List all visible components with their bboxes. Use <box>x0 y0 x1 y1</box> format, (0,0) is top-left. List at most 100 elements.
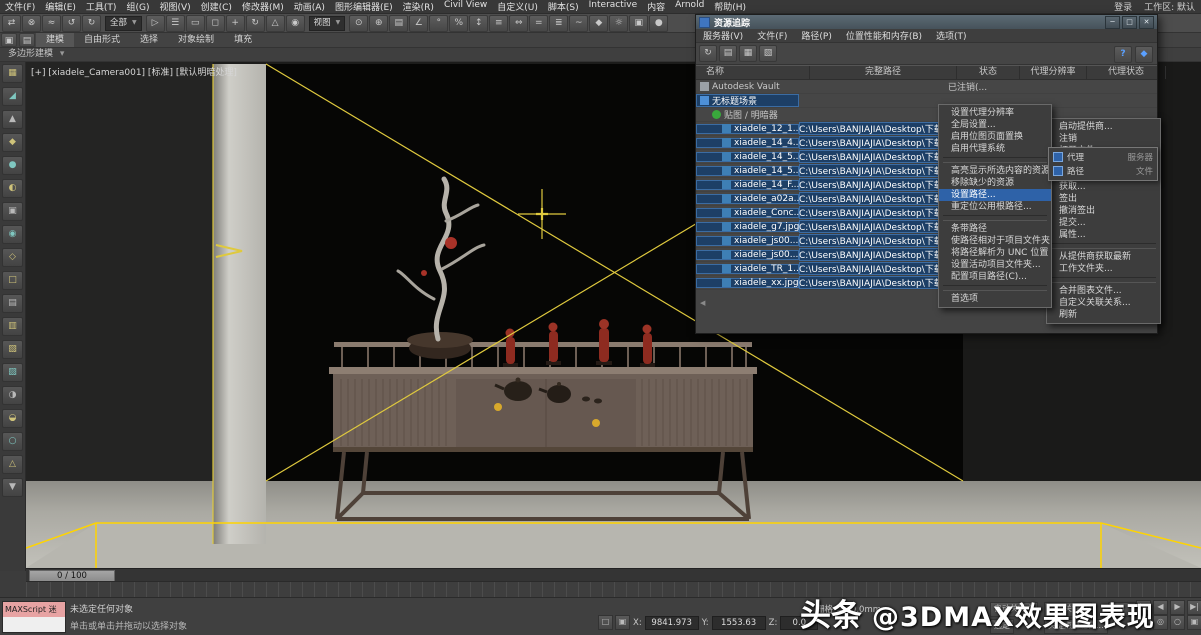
side-tool-icon[interactable]: ◇ <box>2 248 23 267</box>
reference-coordinate-combo[interactable]: 视图 ▼ <box>309 16 346 31</box>
selection-filter-combo[interactable]: 全部 ▼ <box>105 16 142 31</box>
column-header-status[interactable]: 状态 <box>957 66 1020 79</box>
toolbar-icon[interactable]: ~ <box>569 15 588 32</box>
dialog-toolbar-icon[interactable]: ▤ <box>719 45 737 62</box>
toolbar-icon[interactable]: ▣ <box>629 15 648 32</box>
menu-item[interactable]: 渲染(R) <box>398 0 439 13</box>
scroll-left-icon[interactable]: ◀ <box>700 299 705 307</box>
context-menu-item[interactable]: 设置活动项目文件夹... <box>939 259 1051 271</box>
dialog-titlebar[interactable]: 资源追踪 ─□✕ <box>696 15 1157 29</box>
menu-item[interactable]: 工具(T) <box>81 0 122 13</box>
menu-item[interactable]: 动画(A) <box>289 0 330 13</box>
context-menu-item[interactable]: 设置路径... <box>939 189 1051 201</box>
provider-menu-item[interactable]: 工作文件夹... <box>1047 263 1160 275</box>
asset-row[interactable]: 无标题场景 <box>696 94 1157 108</box>
ribbon-tab[interactable]: 对象绘制 <box>168 33 224 47</box>
menu-item[interactable]: 文件(F) <box>0 0 40 13</box>
provider-menu-item[interactable]: 从提供商获取最新 <box>1047 251 1160 263</box>
window-button[interactable]: ✕ <box>1139 16 1154 29</box>
toolbar-icon[interactable]: ⇄ <box>2 15 21 32</box>
menu-item[interactable]: Civil View <box>439 0 492 13</box>
side-tool-icon[interactable]: ▧ <box>2 340 23 359</box>
toolbar-icon[interactable]: ≈ <box>42 15 61 32</box>
menu-item[interactable]: 组(G) <box>121 0 154 13</box>
side-tool-icon[interactable]: □ <box>2 271 23 290</box>
dialog-menu-item[interactable]: 位置性能和内存(B) <box>839 29 929 42</box>
menu-item[interactable]: 自定义(U) <box>492 0 543 13</box>
toolbar-icon[interactable]: ◉ <box>286 15 305 32</box>
window-button[interactable]: □ <box>1122 16 1137 29</box>
side-tool-icon[interactable]: ▦ <box>2 64 23 83</box>
dialog-menu-item[interactable]: 服务器(V) <box>696 29 750 42</box>
context-menu-item[interactable]: 配置项目路径(C)... <box>939 271 1051 283</box>
column-header-proxy-status[interactable]: 代理状态 <box>1087 66 1166 79</box>
toolbar-icon[interactable]: ▭ <box>186 15 205 32</box>
column-header-path[interactable]: 完整路径 <box>810 66 957 79</box>
menu-item[interactable]: Arnold <box>670 0 709 13</box>
context-menu-item[interactable]: 使路径相对于项目文件夹 <box>939 235 1051 247</box>
provider-menu-item[interactable]: 注销 <box>1047 133 1160 145</box>
ribbon-tab[interactable]: 建模 <box>36 33 74 47</box>
context-menu-item[interactable] <box>943 215 1047 221</box>
dialog-toolbar-icon[interactable]: ↻ <box>699 45 717 62</box>
menubar-right-item[interactable]: 工作区: 默认 <box>1138 0 1201 13</box>
provider-menu-item[interactable]: 签出 <box>1047 193 1160 205</box>
toolbar-icon[interactable]: ▷ <box>146 15 165 32</box>
menu-item[interactable]: 编辑(E) <box>40 0 81 13</box>
nav-icon[interactable]: ▣ <box>1187 615 1201 630</box>
provider-menu-item[interactable]: 启动提供商... <box>1047 121 1160 133</box>
provider-menu-item[interactable]: 撤消签出 <box>1047 205 1160 217</box>
toolbar-icon[interactable]: ⇔ <box>509 15 528 32</box>
toolbar-icon[interactable]: ↺ <box>62 15 81 32</box>
toolbar-icon[interactable]: ● <box>649 15 668 32</box>
toolbar-icon[interactable]: ⊗ <box>22 15 41 32</box>
cabinet[interactable] <box>329 342 757 519</box>
toolbar-icon[interactable]: ↕ <box>469 15 488 32</box>
side-tool-icon[interactable]: ▣ <box>2 202 23 221</box>
ribbon-tab[interactable]: 填充 <box>224 33 262 47</box>
toolbar-icon[interactable]: = <box>529 15 548 32</box>
ribbon-icon[interactable]: ▤ <box>19 33 35 47</box>
playback-button[interactable]: ◀ <box>1153 600 1168 615</box>
toolbar-icon[interactable]: ≡ <box>489 15 508 32</box>
provider-menu-item[interactable]: 属性... <box>1047 229 1160 241</box>
side-tool-icon[interactable]: ▤ <box>2 294 23 313</box>
side-tool-icon[interactable]: ◉ <box>2 225 23 244</box>
side-tool-icon[interactable]: ▨ <box>2 363 23 382</box>
dialog-help-icon[interactable]: ? <box>1114 46 1132 63</box>
context-menu-item[interactable]: 条带路径 <box>939 223 1051 235</box>
toolbar-icon[interactable]: ⊕ <box>369 15 388 32</box>
context-menu-item[interactable]: 将路径解析为 UNC 位置 <box>939 247 1051 259</box>
menubar-right-item[interactable]: 登录 <box>1108 0 1138 13</box>
toolbar-icon[interactable]: ▤ <box>389 15 408 32</box>
x-coordinate-field[interactable]: 9841.973 <box>645 616 699 630</box>
status-toggle-icon[interactable]: ▣ <box>615 615 630 630</box>
toolbar-icon[interactable]: ∠ <box>409 15 428 32</box>
side-tool-icon[interactable]: ◐ <box>2 179 23 198</box>
toolbar-icon[interactable]: % <box>449 15 468 32</box>
viewport-label[interactable]: [+] [xiadele_Camera001] [标准] [默认明暗处理] <box>31 65 237 78</box>
ribbon-tab[interactable]: 自由形式 <box>74 33 130 47</box>
time-slider[interactable]: 0 / 100 <box>26 568 1201 582</box>
toolbar-icon[interactable]: ☰ <box>166 15 185 32</box>
y-coordinate-field[interactable]: 1553.63 <box>712 616 766 630</box>
side-tool-icon[interactable]: ◒ <box>2 409 23 428</box>
toolbar-icon[interactable]: ↻ <box>246 15 265 32</box>
dialog-toolbar-icon[interactable]: ▧ <box>759 45 777 62</box>
side-tool-icon[interactable]: ◢ <box>2 87 23 106</box>
context-menu-item[interactable]: 全局设置... <box>939 119 1051 131</box>
context-menu-item[interactable]: 高亮显示所选内容的资源 <box>939 165 1051 177</box>
column-header-proxy-resolution[interactable]: 代理分辨率 <box>1020 66 1087 79</box>
dialog-menu-item[interactable]: 文件(F) <box>750 29 794 42</box>
dialog-toolbar-icon[interactable]: ▦ <box>739 45 757 62</box>
nav-icon[interactable]: ○ <box>1170 615 1185 630</box>
window-button[interactable]: ─ <box>1105 16 1120 29</box>
provider-menu-item[interactable]: 刷新 <box>1047 309 1160 321</box>
side-tool-icon[interactable]: ▲ <box>2 110 23 129</box>
side-tool-icon[interactable]: ◆ <box>2 133 23 152</box>
context-menu-item[interactable]: 设置代理分辨率 <box>939 107 1051 119</box>
context-menu-item[interactable]: 启用代理系统 <box>939 143 1051 155</box>
dialog-menu-item[interactable]: 选项(T) <box>929 29 974 42</box>
toolbar-icon[interactable]: ° <box>429 15 448 32</box>
context-menu-item[interactable] <box>943 285 1047 291</box>
